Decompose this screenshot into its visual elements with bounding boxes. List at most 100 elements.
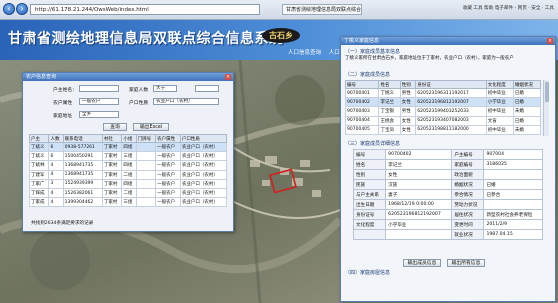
table-cell: 90700404 — [344, 115, 380, 126]
nav-item-population[interactable]: 人口信息查询 — [288, 50, 321, 56]
column-header[interactable]: 农户属性 — [155, 134, 181, 143]
table-cell: 一般农户 — [155, 151, 181, 162]
table-row[interactable]: 丁斌义 6 0938-577261 丁家村 四组 一般农户 农业户口（农村） — [28, 141, 228, 153]
export-all-button[interactable]: 输出所有信息 — [447, 259, 485, 267]
column-header[interactable]: 户主 — [28, 134, 50, 143]
detail-row: 性别 女性 政治面貌 — [352, 169, 543, 180]
name-input[interactable] — [79, 85, 119, 92]
column-header[interactable]: 门牌号 — [135, 134, 157, 143]
address-bar[interactable]: http://61.178.21.244/OwsWeb/index.html — [30, 4, 260, 15]
detail-key: 就业状况 — [451, 229, 485, 240]
hukou-select[interactable]: 农业户口（农村） — [153, 98, 219, 105]
table-row[interactable]: 丁斌义 6 1500450291 丁家村 三组 一般农户 农业户口（农村） — [28, 151, 228, 162]
table-cell: 丁家村 — [101, 178, 123, 189]
site-title: 甘肃省测绘地理信息局双联点综合信息系统 — [8, 31, 284, 47]
table-cell: 丁家广 — [28, 178, 50, 189]
detail-value: 女性 — [385, 169, 453, 180]
search-window-title-text: 农户信息查询 — [26, 74, 57, 80]
addr-select[interactable]: 全乡 — [79, 111, 119, 118]
detail-key: 劳动力状况 — [451, 199, 485, 210]
detail-value: 李记兰 — [385, 159, 453, 170]
column-header[interactable]: 户口性质 — [179, 134, 228, 143]
detail-key: 居住状况 — [451, 209, 485, 220]
column-header[interactable]: 编号 — [344, 80, 380, 89]
table-row[interactable]: 丁家广 3 1524939399 丁家村 四组 一般农户 农业户口（农村） — [28, 178, 228, 189]
detail-key: 家庭编号 — [451, 159, 485, 170]
query-button[interactable]: 查询 — [103, 123, 127, 131]
forward-icon[interactable]: › — [16, 3, 28, 15]
table-cell: 4 — [48, 160, 64, 171]
table-cell — [135, 178, 157, 189]
table-row[interactable]: 丁斌林 4 1368941735 丁家村 四组 一般农户 农业户口（农村） — [28, 160, 228, 171]
detail-key: 民族 — [352, 179, 387, 190]
export-member-button[interactable]: 输出成员信息 — [403, 259, 441, 267]
table-cell: 丁家村 — [101, 151, 123, 162]
table-cell: 620523198811182000 — [415, 124, 487, 135]
detail-row: 编号 90700402 户主编号 907004 — [352, 149, 543, 160]
search-window-title: 农户信息查询 × — [23, 73, 233, 81]
table-cell — [135, 160, 157, 171]
detail-value — [483, 199, 543, 210]
detail-value: 1968/12/19 0:00:00 — [385, 199, 453, 210]
table-cell: 620523196311192017 — [415, 87, 487, 99]
table-cell: 已婚 — [512, 115, 542, 126]
detail-value: 1987.04.15 — [483, 229, 543, 240]
member-row[interactable]: 90700402 李记兰 女性 620523196812192007 小学毕业 已婚 — [344, 97, 542, 108]
browser-tab[interactable]: 甘肃省测绘地理信息局双联点综合信息 — [282, 4, 362, 15]
table-cell: 四组 — [121, 178, 137, 189]
column-header[interactable]: 姓名 — [378, 80, 401, 89]
table-cell: 一般农户 — [155, 169, 181, 180]
count-operator-select[interactable]: 大于 — [153, 85, 177, 92]
column-header[interactable]: 村社 — [101, 134, 123, 143]
detail-value: 已参合 — [483, 189, 543, 200]
attr-select[interactable]: 一般农户 — [79, 98, 119, 105]
column-header[interactable]: 文化程度 — [485, 80, 514, 89]
detail-key: 文化程度 — [352, 219, 387, 230]
export-excel-button[interactable]: 输出Excel — [133, 123, 169, 131]
detail-value: 2011/2/9 — [483, 219, 543, 230]
scrollbar-thumb[interactable] — [545, 82, 549, 102]
count-label: 家庭人数 — [129, 88, 149, 93]
close-icon[interactable]: × — [547, 38, 553, 44]
column-header[interactable]: 身份证 — [415, 80, 487, 89]
detail-value: 907004 — [483, 149, 543, 160]
member-table-header: 编号 姓名 性别 身份证 文化程度 婚姻状况 — [344, 80, 542, 89]
table-cell: 丁建军 — [28, 169, 50, 180]
member-row[interactable]: 90700403 丁宝银 男性 620523199403252033 初中毕业 未婚 — [344, 106, 542, 117]
column-header[interactable]: 联系电话 — [62, 134, 103, 143]
detail-row: 姓名 李记兰 家庭编号 3186025 — [352, 159, 543, 170]
table-cell: 农业户口（农村） — [179, 151, 228, 162]
detail-value: 620523196812192007 — [385, 209, 453, 220]
table-cell: 未婚 — [512, 106, 542, 117]
column-header[interactable]: 小组 — [121, 134, 137, 143]
table-row[interactable]: 丁辉成 4 1526382061 丁家村 二组 一般农户 农业户口（农村） — [28, 187, 228, 199]
table-cell: 已婚 — [512, 87, 542, 99]
back-icon[interactable]: ‹ — [3, 3, 15, 15]
member-row[interactable]: 90700404 王桃会 女性 620523193407082003 文盲 已婚 — [344, 115, 542, 126]
browser-toolbar: ‹ › http://61.178.21.244/OwsWeb/index.ht… — [0, 0, 558, 20]
detail-value: 3186025 — [483, 159, 543, 170]
table-cell: 丁家村 — [101, 141, 123, 153]
close-icon[interactable]: × — [225, 74, 231, 80]
table-cell: 男性 — [399, 87, 417, 99]
table-cell: 二组 — [121, 169, 137, 180]
column-header[interactable]: 性别 — [399, 80, 417, 89]
table-cell — [135, 197, 157, 208]
table-row[interactable]: 丁建军 4 1368941735 丁家村 二组 一般农户 农业户口（农村） — [28, 169, 228, 180]
browser-tools[interactable]: 收藏 工具 帮助 电子邮件 - 网页 · 安全 · 工具 — [463, 5, 554, 11]
section-members: （二）家庭成员信息 — [345, 72, 391, 78]
member-row[interactable]: 90700401 丁桃义 男性 620523196311192017 初中毕业 已婚 — [344, 87, 542, 99]
detail-window-title-text: 丁桃义家庭信息 — [344, 38, 380, 44]
table-cell: 已婚 — [512, 97, 542, 108]
table-cell: 90700403 — [344, 106, 380, 117]
column-header[interactable]: 婚姻状况 — [512, 80, 542, 89]
table-cell: 农业户口（农村） — [179, 169, 228, 180]
member-table-scrollbar[interactable] — [543, 80, 549, 136]
count-input[interactable] — [195, 85, 219, 92]
household-table: 户主 人数 联系电话 村社 小组 门牌号 农户属性 户口性质 丁斌义 6 0938-577261 丁… — [28, 134, 228, 208]
table-row[interactable]: 丁家成 4 1399304462 丁家村 三组 一般农户 农业户口（农村） — [28, 197, 228, 208]
member-row[interactable]: 90700405 丁宝凤 女性 620523198811182000 初中毕业 未婚 — [344, 124, 542, 135]
detail-window-title: 丁桃义家庭信息 × — [341, 37, 555, 45]
column-header[interactable]: 人数 — [48, 134, 64, 143]
table-cell: 1368941735 — [62, 160, 103, 171]
